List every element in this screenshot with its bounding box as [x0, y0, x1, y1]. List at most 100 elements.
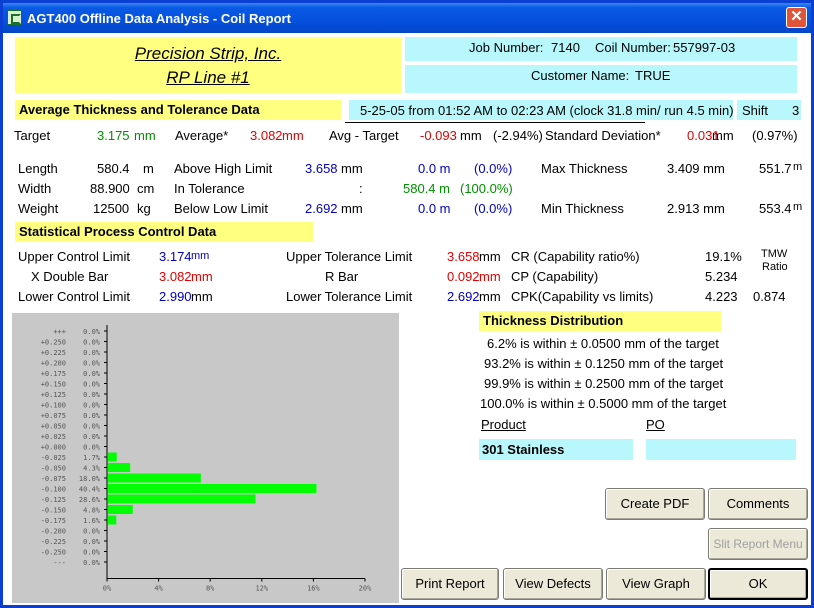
- histogram-category-label: +0.225: [41, 349, 66, 357]
- below-limit-label: Below Low Limit: [174, 201, 268, 216]
- histogram-value-label: 0.0%: [83, 402, 101, 410]
- ucl-label: Upper Control Limit: [18, 249, 130, 264]
- histogram-value-label: 0.0%: [83, 349, 101, 357]
- po-value: [646, 439, 796, 460]
- above-limit-length: 0.0 m: [418, 161, 451, 176]
- target-label: Target: [14, 128, 51, 143]
- coil-report-window: AGT400 Offline Data Analysis - Coil Repo…: [0, 0, 814, 608]
- comments-button[interactable]: Comments: [708, 488, 808, 520]
- avg-target-pct: (-2.94%): [493, 128, 543, 143]
- histogram-value-label: 0.0%: [83, 370, 101, 378]
- tmw-value: 0.874: [753, 289, 786, 304]
- view-graph-button[interactable]: View Graph: [606, 568, 706, 600]
- stddev-pct: (0.97%): [752, 128, 798, 143]
- lcl-unit: mm: [191, 289, 213, 304]
- histogram-category-label: -0.250: [41, 549, 66, 557]
- ucl-value: 3.174: [159, 249, 192, 264]
- tmw-ratio-label: Ratio: [762, 261, 788, 273]
- print-report-button[interactable]: Print Report: [401, 568, 499, 600]
- in-tolerance-colon: :: [359, 181, 363, 196]
- target-unit: mm: [134, 128, 156, 143]
- min-thickness-position-unit: m: [793, 201, 803, 213]
- histogram-category-label: ---: [53, 559, 66, 567]
- create-pdf-button[interactable]: Create PDF: [605, 488, 705, 520]
- histogram-category-label: -0.100: [41, 486, 66, 494]
- app-icon: [7, 10, 22, 25]
- histogram-x-tick-label: 8%: [206, 585, 215, 593]
- histogram-value-label: 1.7%: [83, 454, 101, 462]
- ok-button[interactable]: OK: [708, 568, 808, 600]
- distribution-line-1: 6.2% is within ± 0.0500 mm of the target: [487, 336, 719, 351]
- product-value: 301 Stainless: [479, 439, 633, 460]
- tmw-label: TMW: [761, 248, 788, 260]
- close-button[interactable]: ✕: [786, 7, 807, 28]
- histogram-category-label: -0.050: [41, 465, 66, 473]
- window-title: AGT400 Offline Data Analysis - Coil Repo…: [27, 11, 291, 26]
- stddev-unit: mm: [712, 128, 734, 143]
- histogram-bar: [108, 473, 201, 483]
- distribution-line-3: 99.9% is within ± 0.2500 mm of the targe…: [484, 376, 724, 391]
- histogram-x-tick-label: 0%: [103, 585, 112, 593]
- average-unit: mm: [282, 128, 304, 143]
- distribution-title: Thickness Distribution: [479, 311, 721, 331]
- xbar-unit: mm: [191, 269, 213, 284]
- utl-label: Upper Tolerance Limit: [286, 249, 413, 264]
- min-thickness-label: Min Thickness: [541, 201, 624, 216]
- histogram-value-label: 0.0%: [83, 559, 101, 567]
- job-number: 7140: [551, 40, 580, 55]
- histogram-category-label: +++: [53, 328, 66, 336]
- below-limit-unit: mm: [341, 201, 363, 216]
- histogram-value-label: 0.0%: [83, 339, 101, 347]
- line-name: RP Line #1: [166, 68, 250, 87]
- below-limit-pct: (0.0%): [474, 201, 513, 216]
- customer-label: Customer Name:: [531, 68, 630, 83]
- above-limit-value: 3.658: [305, 161, 338, 176]
- histogram-value-label: 0.0%: [83, 412, 101, 420]
- company-name: Precision Strip, Inc.: [134, 44, 282, 63]
- xbar-value: 3.082: [159, 269, 192, 284]
- coil-number-label: Coil Number:: [595, 40, 671, 55]
- histogram-svg: +++ 0.0% +0.250 0.0% +0.225 0.0% +0.200 0.0% +0.…: [41, 325, 372, 593]
- histogram-category-label: +0.250: [41, 339, 66, 347]
- shift-label: Shift: [742, 103, 769, 118]
- histogram-category-label: +0.050: [41, 423, 66, 431]
- histogram-value-label: 40.4%: [79, 486, 101, 494]
- rbar-unit: mm: [479, 269, 501, 284]
- ltl-value: 2.692: [447, 289, 480, 304]
- histogram-value-label: 4.8%: [83, 507, 101, 515]
- histogram-category-label: +0.025: [41, 433, 66, 441]
- avg-target-label: Avg - Target: [329, 128, 399, 143]
- lcl-value: 2.990: [159, 289, 192, 304]
- company-banner: Precision Strip, Inc. RP Line #1: [15, 37, 401, 93]
- report-body: Precision Strip, Inc. RP Line #1 Job Num…: [3, 33, 811, 605]
- histogram-value-label: 0.0%: [83, 528, 101, 536]
- width-unit: cm: [137, 181, 155, 196]
- cp-value: 5.234: [705, 269, 738, 284]
- histogram-value-label: 0.0%: [83, 391, 101, 399]
- length-label: Length: [18, 161, 58, 176]
- histogram-category-label: -0.125: [41, 496, 66, 504]
- thickness-histogram: +++ 0.0% +0.250 0.0% +0.225 0.0% +0.200 0.0% +0.…: [12, 313, 399, 603]
- histogram-category-label: +0.100: [41, 402, 66, 410]
- slit-report-menu-button[interactable]: Slit Report Menu: [708, 528, 808, 560]
- min-thickness-position: 553.4: [759, 201, 792, 216]
- coil-number: 557997-03: [673, 40, 736, 55]
- histogram-value-label: 0.0%: [83, 538, 101, 546]
- max-thickness-position-unit: m: [793, 161, 803, 173]
- po-label: PO: [646, 417, 665, 432]
- histogram-x-tick-label: 4%: [154, 585, 163, 593]
- weight-value: 12500: [93, 201, 130, 216]
- shift-value: 3: [792, 103, 800, 118]
- cpk-label: CPK(Capability vs limits): [511, 289, 654, 304]
- xbar-label: X Double Bar: [31, 269, 109, 284]
- average-label: Average*: [175, 128, 229, 143]
- avg-target-value: -0.093: [420, 128, 457, 143]
- divider: [345, 122, 645, 123]
- title-bar[interactable]: AGT400 Offline Data Analysis - Coil Repo…: [3, 3, 811, 33]
- avg-target-unit: mm: [460, 128, 482, 143]
- in-tolerance-label: In Tolerance: [174, 181, 245, 196]
- histogram-category-label: -0.200: [41, 528, 66, 536]
- histogram-value-label: 18.0%: [79, 475, 101, 483]
- view-defects-button[interactable]: View Defects: [503, 568, 603, 600]
- lcl-label: Lower Control Limit: [18, 289, 130, 304]
